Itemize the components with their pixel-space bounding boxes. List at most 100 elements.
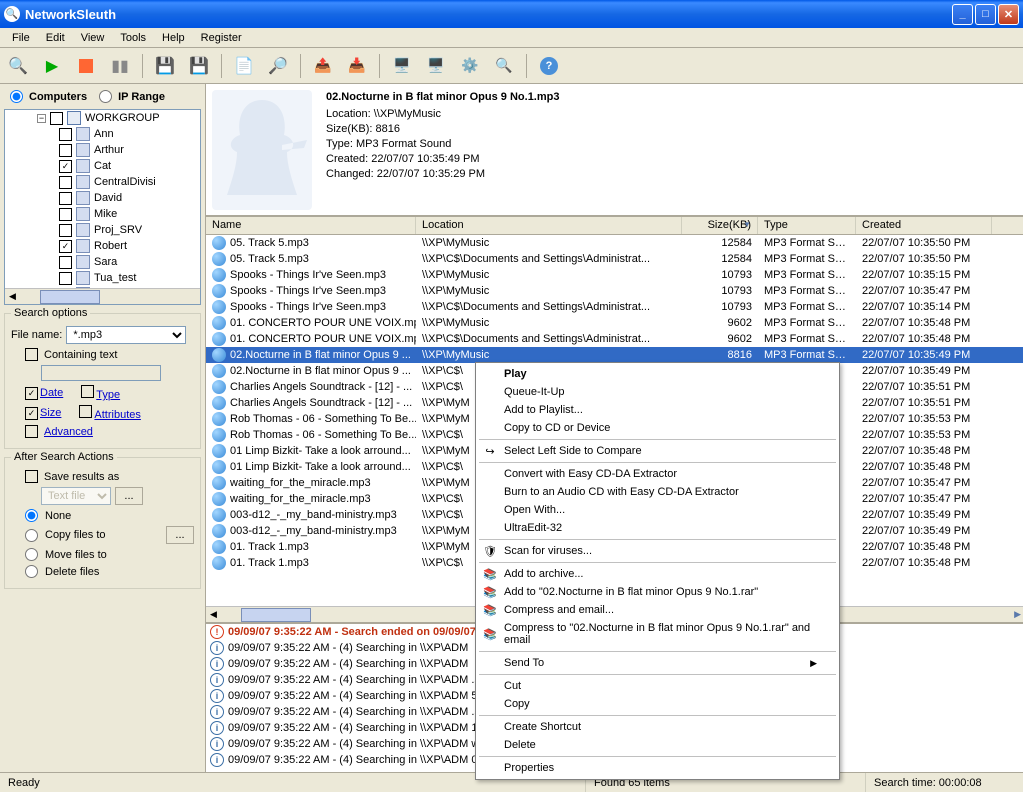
file-row[interactable]: Spooks - Things Ir've Seen.mp3\\XP\MyMus…	[206, 283, 1023, 299]
toolbar-doc1-button[interactable]: 📄	[230, 52, 258, 80]
file-row[interactable]: Spooks - Things Ir've Seen.mp3\\XP\MyMus…	[206, 267, 1023, 283]
radio-computers[interactable]: Computers	[10, 90, 87, 103]
radio-copy[interactable]	[25, 529, 38, 542]
context-menu-item[interactable]: Send To▶	[478, 654, 837, 672]
file-row[interactable]: 01. CONCERTO POUR UNE VOIX.mp3\\XP\C$\Do…	[206, 331, 1023, 347]
copy-browse-button[interactable]: ...	[166, 526, 194, 544]
toolbar-stop-button[interactable]	[72, 52, 100, 80]
type-link[interactable]: Type	[96, 389, 120, 401]
col-size[interactable]: ▼Size(KB)	[682, 217, 758, 234]
tree-scrollbar-h[interactable]: ◀	[5, 288, 200, 304]
file-row[interactable]: 05. Track 5.mp3\\XP\C$\Documents and Set…	[206, 251, 1023, 267]
context-menu-item[interactable]: 📚Add to archive...	[478, 565, 837, 583]
context-menu-item[interactable]: UltraEdit-32	[478, 519, 837, 537]
tree-node[interactable]: Sara	[5, 254, 200, 270]
context-menu-item[interactable]: Burn to an Audio CD with Easy CD-DA Extr…	[478, 483, 837, 501]
tree-checkbox[interactable]	[59, 224, 72, 237]
maximize-button[interactable]: □	[975, 4, 996, 25]
tree-node[interactable]: CentralDivisi	[5, 174, 200, 190]
tree-checkbox[interactable]	[59, 144, 72, 157]
toolbar-settings-button[interactable]: ⚙️	[456, 52, 484, 80]
menu-register[interactable]: Register	[193, 30, 250, 46]
col-type[interactable]: Type	[758, 217, 856, 234]
date-checkbox[interactable]	[25, 387, 38, 400]
context-menu-item[interactable]: Cut	[478, 677, 837, 695]
toolbar-export-button[interactable]: 📤	[309, 52, 337, 80]
context-menu-item[interactable]: 🛡Scan for viruses...	[478, 542, 837, 560]
tree-checkbox[interactable]	[59, 128, 72, 141]
tree-node[interactable]: Proj_SRV	[5, 222, 200, 238]
radio-none[interactable]	[25, 509, 38, 522]
context-menu-item[interactable]: Open With...	[478, 501, 837, 519]
toolbar-pause-button[interactable]: ▮▮	[106, 52, 134, 80]
menu-tools[interactable]: Tools	[112, 30, 154, 46]
col-name[interactable]: Name	[206, 217, 416, 234]
context-menu-item[interactable]: Convert with Easy CD-DA Extractor	[478, 465, 837, 483]
tree-checkbox[interactable]	[59, 240, 72, 253]
context-menu-item[interactable]: ↪Select Left Side to Compare	[478, 442, 837, 460]
context-menu-item[interactable]: 📚Compress to "02.Nocturne in B flat mino…	[478, 619, 837, 649]
tree-root-checkbox[interactable]	[50, 112, 63, 125]
tree-node[interactable]: Arthur	[5, 142, 200, 158]
toolbar-saveas-button[interactable]: 💾	[185, 52, 213, 80]
toolbar-net2-button[interactable]: 🖥️	[422, 52, 450, 80]
tree-checkbox[interactable]	[59, 256, 72, 269]
context-menu-item[interactable]: Create Shortcut	[478, 718, 837, 736]
file-row[interactable]: 01. CONCERTO POUR UNE VOIX.mp3\\XP\MyMus…	[206, 315, 1023, 331]
file-row[interactable]: 05. Track 5.mp3\\XP\MyMusic12584MP3 Form…	[206, 235, 1023, 251]
attributes-checkbox[interactable]	[79, 405, 92, 418]
type-checkbox[interactable]	[81, 385, 94, 398]
toolbar-play-button[interactable]: ▶	[38, 52, 66, 80]
advanced-checkbox[interactable]	[25, 425, 38, 438]
close-button[interactable]: ✕	[998, 4, 1019, 25]
toolbar-save-button[interactable]: 💾	[151, 52, 179, 80]
computer-tree[interactable]: − WORKGROUP AnnArthurCatCentralDivisiDav…	[4, 109, 201, 305]
tree-node[interactable]: Robert	[5, 238, 200, 254]
context-menu-item[interactable]: Properties	[478, 759, 837, 777]
size-checkbox[interactable]	[25, 407, 38, 420]
file-row[interactable]: Spooks - Things Ir've Seen.mp3\\XP\C$\Do…	[206, 299, 1023, 315]
context-menu-item[interactable]: Copy to CD or Device	[478, 419, 837, 437]
context-menu-item[interactable]: Queue-It-Up	[478, 383, 837, 401]
toolbar-net1-button[interactable]: 🖥️	[388, 52, 416, 80]
tree-node[interactable]: Ann	[5, 126, 200, 142]
tree-node[interactable]: Cat	[5, 158, 200, 174]
col-created[interactable]: Created	[856, 217, 992, 234]
context-menu-item[interactable]: Add to Playlist...	[478, 401, 837, 419]
attributes-link[interactable]: Attributes	[94, 409, 140, 421]
radio-delete[interactable]	[25, 565, 38, 578]
context-menu-item[interactable]: Play	[478, 365, 837, 383]
toolbar-help-button[interactable]: ?	[535, 52, 563, 80]
toolbar-timer-button[interactable]: 🔍	[490, 52, 518, 80]
toolbar-import-button[interactable]: 📥	[343, 52, 371, 80]
tree-checkbox[interactable]	[59, 192, 72, 205]
tree-checkbox[interactable]	[59, 272, 72, 285]
toolbar-doc2-button[interactable]: 🔎	[264, 52, 292, 80]
file-row[interactable]: 02.Nocturne in B flat minor Opus 9 ...\\…	[206, 347, 1023, 363]
toolbar-search-button[interactable]: 🔍	[4, 52, 32, 80]
context-menu-item[interactable]: Copy	[478, 695, 837, 713]
menu-file[interactable]: File	[4, 30, 38, 46]
radio-iprange[interactable]: IP Range	[99, 90, 165, 103]
tree-checkbox[interactable]	[59, 176, 72, 189]
menu-view[interactable]: View	[73, 30, 113, 46]
tree-node[interactable]: Mike	[5, 206, 200, 222]
containing-checkbox[interactable]	[25, 348, 38, 361]
tree-checkbox[interactable]	[59, 160, 72, 173]
minimize-button[interactable]: _	[952, 4, 973, 25]
tree-checkbox[interactable]	[59, 208, 72, 221]
menu-edit[interactable]: Edit	[38, 30, 73, 46]
context-menu-item[interactable]: 📚Compress and email...	[478, 601, 837, 619]
tree-node[interactable]: David	[5, 190, 200, 206]
date-link[interactable]: Date	[40, 387, 63, 399]
filename-combo[interactable]: *.mp3	[66, 326, 186, 344]
col-location[interactable]: Location	[416, 217, 682, 234]
context-menu-item[interactable]: Delete	[478, 736, 837, 754]
size-link[interactable]: Size	[40, 407, 61, 419]
save-browse-button[interactable]: ...	[115, 487, 143, 505]
save-results-checkbox[interactable]	[25, 470, 38, 483]
menu-help[interactable]: Help	[154, 30, 193, 46]
tree-node[interactable]: Tua_test	[5, 270, 200, 286]
advanced-link[interactable]: Advanced	[44, 426, 93, 438]
context-menu-item[interactable]: 📚Add to "02.Nocturne in B flat minor Opu…	[478, 583, 837, 601]
